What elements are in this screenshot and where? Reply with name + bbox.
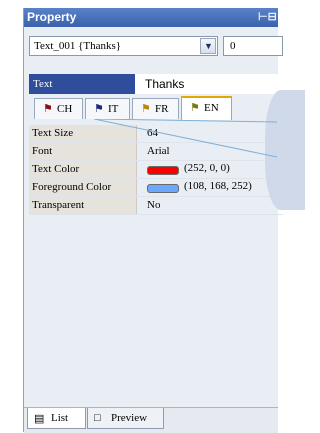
flag-icon: ⚑ — [43, 103, 53, 115]
property-value-text: (252, 0, 0) — [184, 162, 230, 174]
property-panel: Property ⊢⊟ Text_001 {Thanks} ▼ 0 Text T… — [23, 8, 283, 433]
property-name-text: Font — [32, 145, 53, 157]
chevron-down-icon: ▼ — [204, 41, 213, 51]
pin-icon[interactable]: ⊢⊟ — [258, 10, 277, 23]
tab-label: FR — [155, 103, 169, 115]
property-name: Text Color — [29, 161, 137, 178]
property-name-text: Text Color — [32, 163, 80, 175]
number-field[interactable]: 0 — [223, 36, 283, 56]
tab-label: EN — [204, 102, 219, 114]
flag-icon: ⚑ — [141, 103, 151, 115]
property-name-text: Transparent — [32, 199, 85, 211]
property-value-text: (108, 168, 252) — [184, 180, 252, 192]
panel-title: Property — [27, 10, 77, 24]
tab-en[interactable]: ⚑ EN — [181, 96, 232, 120]
tab-preview-label: Preview — [111, 412, 148, 424]
flag-icon: ⚑ — [190, 102, 200, 114]
property-value: No — [137, 197, 283, 214]
selector-value: Text_001 {Thanks} — [34, 40, 122, 52]
property-name-text: Text Size — [32, 127, 74, 139]
tab-list[interactable]: ▤ List — [27, 408, 86, 429]
view-tabs: ▤ List □ Preview — [24, 407, 278, 433]
property-row-text-color[interactable]: Text Color (252, 0, 0) — [29, 161, 283, 179]
object-selector[interactable]: Text_001 {Thanks} ▼ — [29, 36, 218, 56]
color-swatch[interactable] — [147, 166, 179, 175]
property-name: Foreground Color — [29, 179, 137, 196]
preview-icon: □ — [94, 412, 101, 424]
text-property-value[interactable]: Thanks — [135, 74, 283, 94]
tab-list-label: List — [51, 412, 69, 424]
property-value: (108, 168, 252) — [137, 179, 283, 196]
language-tabs: ⚑ CH ⚑ IT ⚑ FR ⚑ EN — [29, 96, 283, 120]
tab-label: CH — [57, 103, 73, 115]
text-property-value-text: Thanks — [145, 77, 185, 91]
property-row-transparent[interactable]: Transparent No — [29, 197, 283, 215]
tab-preview[interactable]: □ Preview — [87, 408, 164, 429]
property-value-text: No — [147, 199, 161, 211]
property-value: (252, 0, 0) — [137, 161, 283, 178]
tab-ch[interactable]: ⚑ CH — [34, 98, 83, 119]
property-name-text: Foreground Color — [32, 181, 112, 193]
number-value: 0 — [230, 40, 236, 52]
property-name: Transparent — [29, 197, 137, 214]
list-icon: ▤ — [34, 413, 45, 425]
color-swatch[interactable] — [147, 184, 179, 193]
tab-label: IT — [108, 103, 119, 115]
property-row-foreground-color[interactable]: Foreground Color (108, 168, 252) — [29, 179, 283, 197]
tab-it[interactable]: ⚑ IT — [85, 98, 130, 119]
tab-fr[interactable]: ⚑ FR — [132, 98, 179, 119]
title-bar: Property ⊢⊟ — [24, 8, 278, 27]
dropdown-button[interactable]: ▼ — [200, 38, 216, 54]
flag-icon: ⚑ — [94, 103, 104, 115]
text-property-label[interactable]: Text — [29, 74, 135, 94]
text-property-label-text: Text — [33, 78, 53, 90]
callout-line — [94, 119, 277, 158]
